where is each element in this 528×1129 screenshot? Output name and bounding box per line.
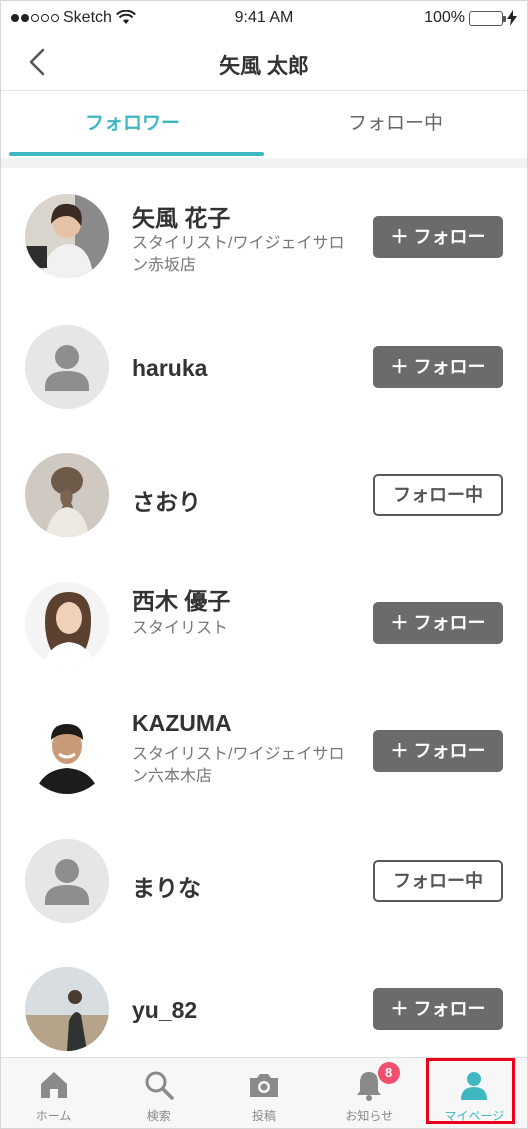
user-name[interactable]: KAZUMA <box>132 710 232 737</box>
user-name[interactable]: 矢風 花子 <box>132 199 230 233</box>
list-item[interactable]: 矢風 花子 スタイリスト/ワイジェイサロン赤坂店 ＋ フォロー <box>1 168 527 297</box>
segment-tabs: フォロワー フォロー中 <box>1 92 527 158</box>
tab-notifications[interactable]: 8 お知らせ <box>317 1058 422 1128</box>
tab-label: ホーム <box>35 1109 72 1123</box>
status-bar: Sketch 9:41 AM 100% <box>1 1 527 35</box>
follow-button[interactable]: ＋ フォロー <box>373 345 503 388</box>
tab-following[interactable]: フォロー中 <box>264 92 527 158</box>
user-name[interactable]: 西木 優子 <box>132 582 230 616</box>
avatar-photo[interactable] <box>25 967 109 1051</box>
follower-list: 矢風 花子 スタイリスト/ワイジェイサロン赤坂店 ＋ フォロー haruka ＋… <box>1 168 527 1068</box>
user-subtitle: スタイリスト <box>132 619 229 637</box>
follow-button[interactable]: ＋ フォロー <box>373 988 503 1030</box>
page-title: 矢風 太郎 <box>219 55 309 78</box>
list-item[interactable]: さおり フォロー中 <box>1 425 527 554</box>
avatar-photo[interactable] <box>25 194 109 278</box>
default-avatar-icon[interactable] <box>25 838 109 923</box>
user-name[interactable]: さおり <box>132 483 201 517</box>
tab-label: お知らせ <box>345 1109 394 1123</box>
avatar-photo[interactable] <box>25 453 109 537</box>
highlight-frame <box>426 1058 515 1124</box>
list-item[interactable]: haruka ＋ フォロー <box>1 297 527 426</box>
user-name[interactable]: yu_82 <box>132 997 197 1024</box>
tab-post[interactable]: 投稿 <box>211 1058 316 1128</box>
tab-label: 投稿 <box>252 1109 277 1123</box>
search-icon <box>145 1071 174 1100</box>
phone-screen: Sketch 9:41 AM 100% 矢風 太郎 フォロワー フォロー中 矢風… <box>0 0 528 1129</box>
follow-button[interactable]: ＋ フォロー <box>373 216 503 258</box>
tab-home[interactable]: ホーム <box>1 1058 106 1128</box>
list-item[interactable]: yu_82 ＋ フォロー <box>1 939 527 1068</box>
camera-icon <box>250 1074 278 1097</box>
following-button[interactable]: フォロー中 <box>373 859 503 902</box>
following-button[interactable]: フォロー中 <box>373 474 503 516</box>
notification-badge: 8 <box>377 1062 400 1084</box>
default-avatar-icon[interactable] <box>25 324 109 409</box>
avatar-photo[interactable] <box>25 710 109 794</box>
follow-button[interactable]: ＋ フォロー <box>373 601 503 644</box>
battery-info: 100% <box>424 9 517 27</box>
section-divider <box>1 158 527 168</box>
battery-icon <box>469 10 506 26</box>
tab-label: 検索 <box>146 1109 171 1123</box>
avatar-photo[interactable] <box>25 581 109 666</box>
tab-followers[interactable]: フォロワー <box>1 92 264 158</box>
follow-button[interactable]: ＋ フォロー <box>373 730 503 772</box>
list-item[interactable]: KAZUMA スタイリスト/ワイジェイサロン六本木店 ＋ フォロー <box>1 682 527 811</box>
user-name[interactable]: haruka <box>132 355 207 382</box>
user-subtitle: スタイリスト/ワイジェイサロン赤坂店 <box>132 235 345 274</box>
user-name[interactable]: まりな <box>132 869 201 903</box>
tab-search[interactable]: 検索 <box>106 1058 211 1128</box>
home-icon <box>40 1072 67 1098</box>
navigation-bar: 矢風 太郎 <box>1 35 527 91</box>
user-subtitle: スタイリスト/ワイジェイサロン六本木店 <box>132 746 345 785</box>
list-item[interactable]: まりな フォロー中 <box>1 811 527 940</box>
charging-icon <box>507 10 517 26</box>
battery-percent: 100% <box>424 9 465 26</box>
list-item[interactable]: 西木 優子 スタイリスト ＋ フォロー <box>1 554 527 683</box>
